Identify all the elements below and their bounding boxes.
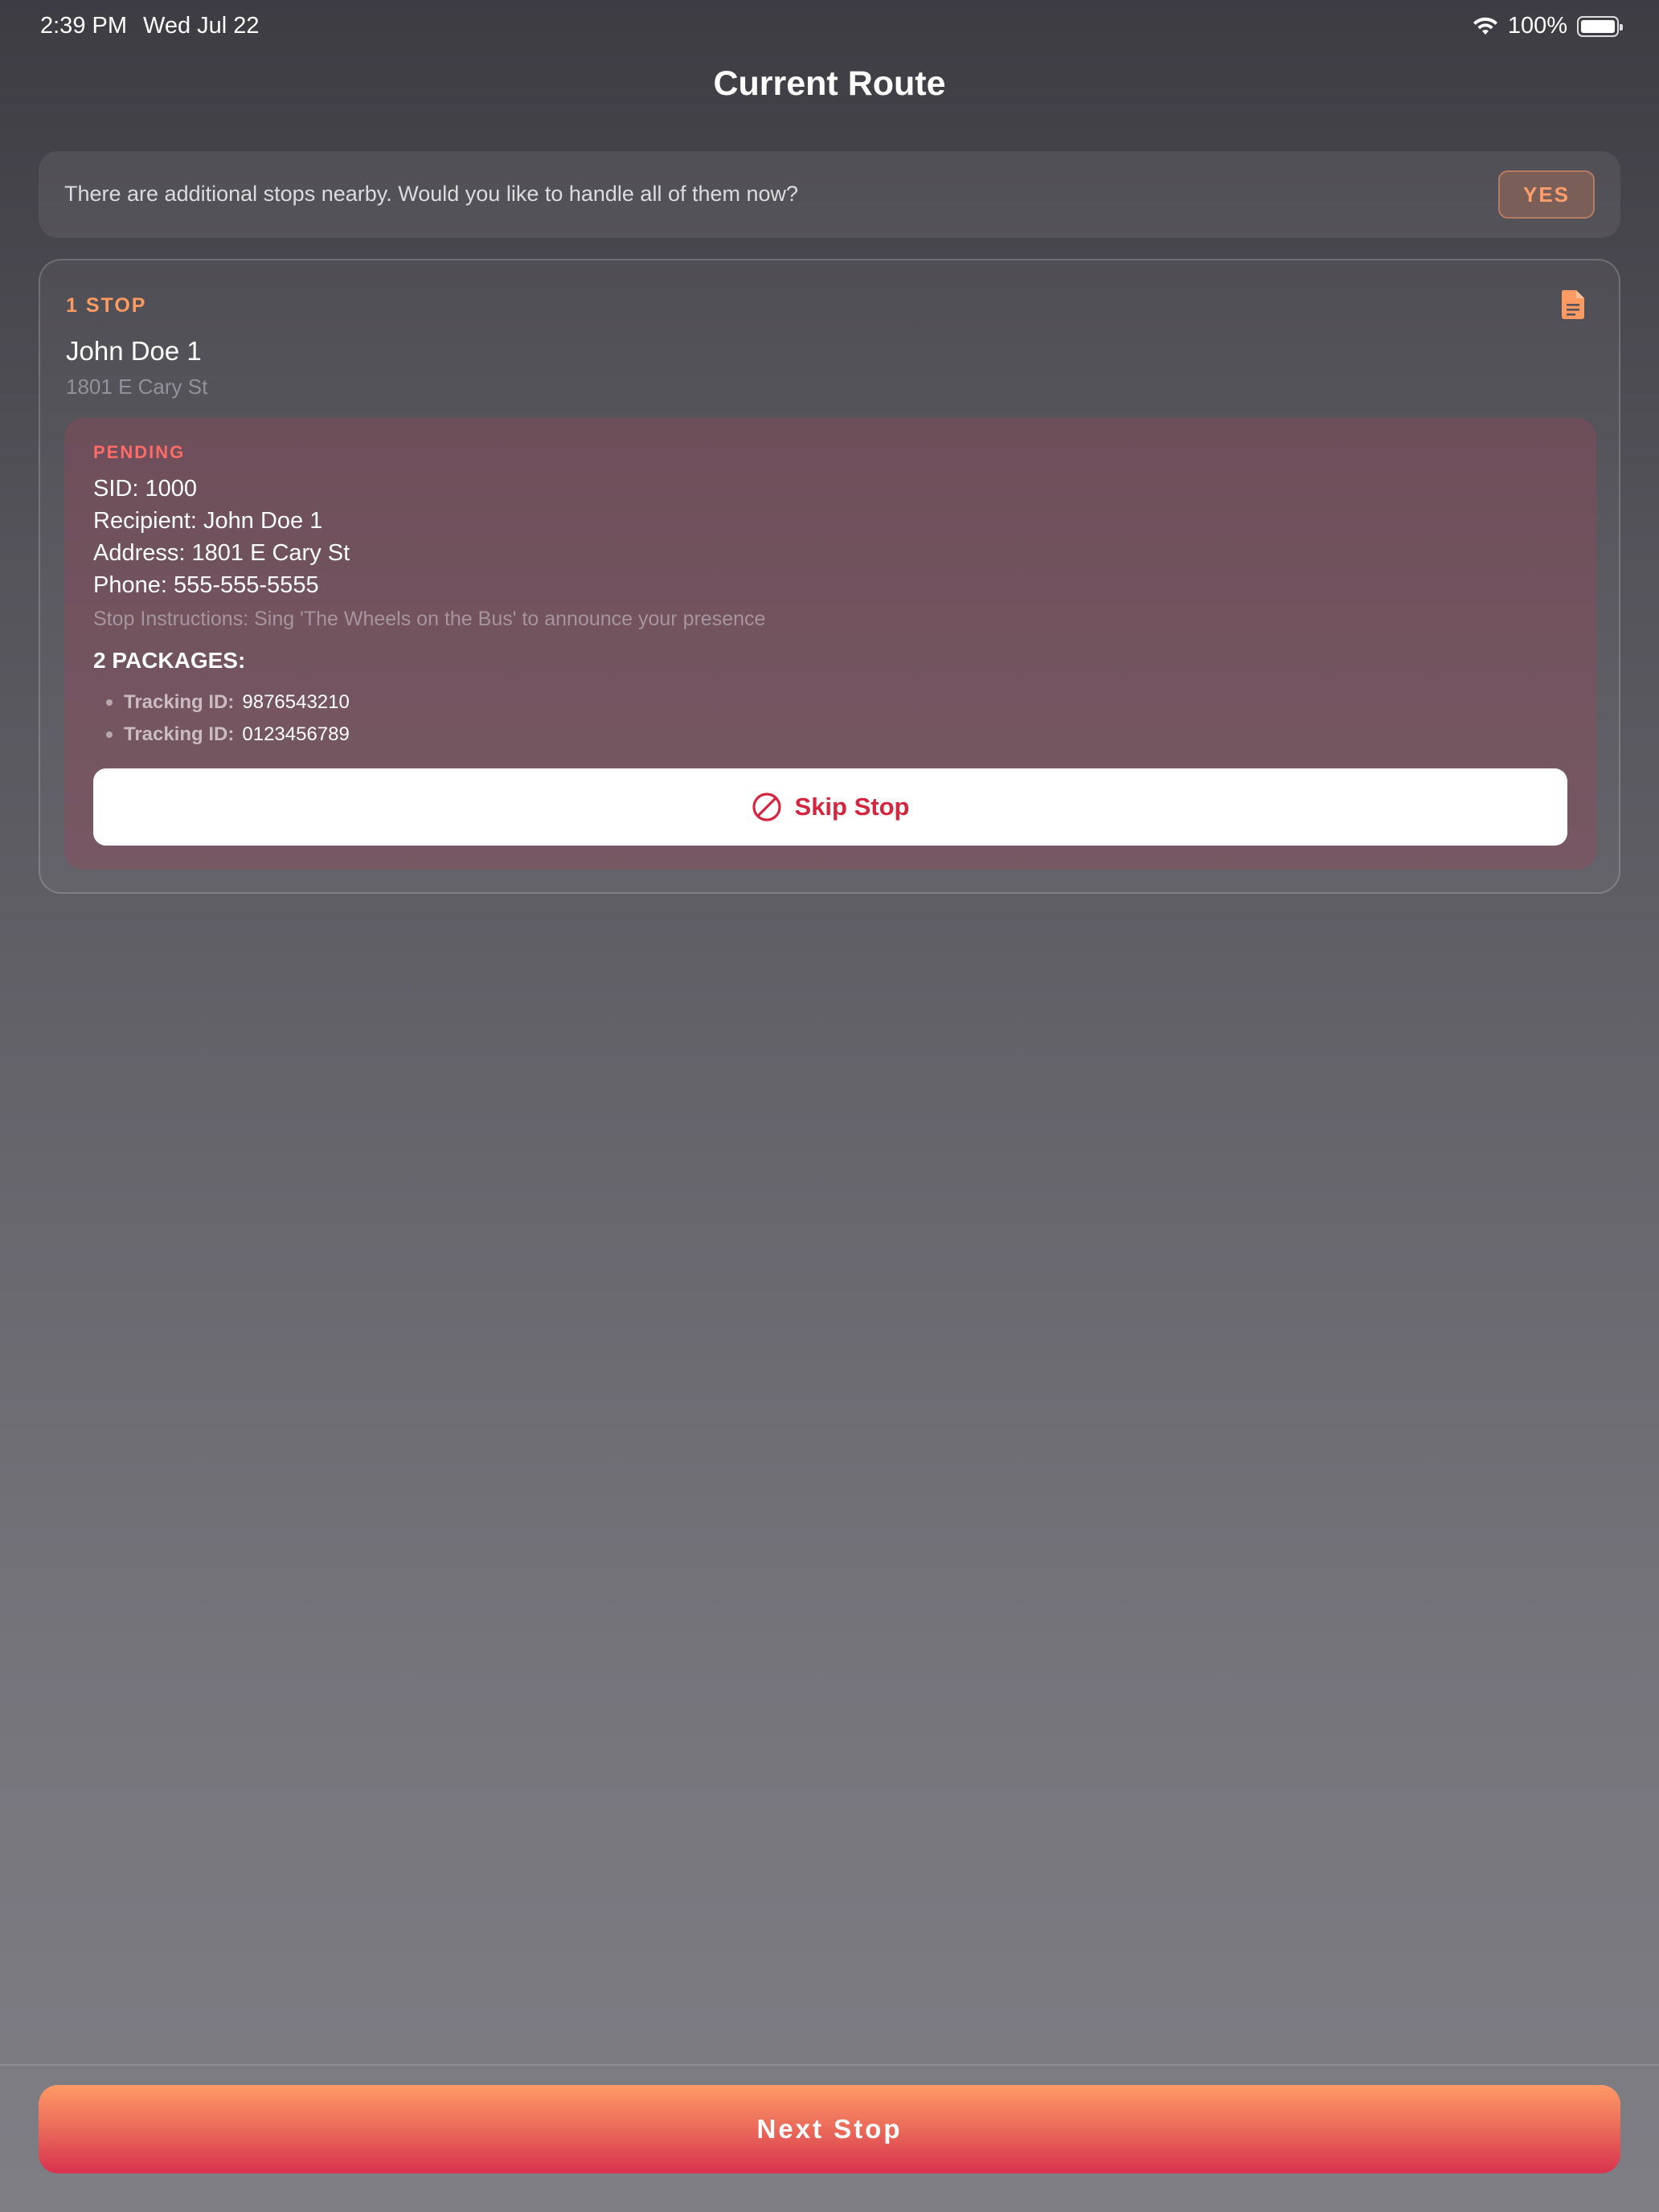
phone-text: Phone: 555-555-5555 xyxy=(93,572,319,598)
pending-stop-details: PENDING SID: 1000 Recipient: John Doe 1 … xyxy=(64,418,1596,870)
prohibited-icon xyxy=(752,793,781,821)
wifi-icon xyxy=(1473,17,1497,35)
packages-title: 2 PACKAGES: xyxy=(93,648,246,673)
list-item: Tracking ID: 0123456789 xyxy=(106,723,350,746)
bullet-icon xyxy=(106,699,113,706)
stop-count: 1 STOP xyxy=(66,294,147,317)
recipient-address: 1801 E Cary St xyxy=(66,375,208,399)
battery-icon xyxy=(1577,15,1623,37)
sid-text: SID: 1000 xyxy=(93,476,197,502)
address-text: Address: 1801 E Cary St xyxy=(93,540,350,566)
recipient-text: Recipient: John Doe 1 xyxy=(93,508,323,534)
yes-button[interactable]: YES xyxy=(1498,170,1595,219)
tracking-value: 0123456789 xyxy=(242,723,350,745)
status-right: 100% xyxy=(1473,13,1623,39)
status-bar: 2:39 PM Wed Jul 22 100% xyxy=(0,0,1659,51)
skip-stop-label: Skip Stop xyxy=(794,793,910,821)
footer-divider xyxy=(0,2064,1659,2066)
tracking-value: 9876543210 xyxy=(242,691,350,713)
bullet-icon xyxy=(106,731,113,738)
status-badge: PENDING xyxy=(93,442,186,462)
tracking-label: Tracking ID: xyxy=(124,691,235,713)
next-stop-button[interactable]: Next Stop xyxy=(39,2085,1620,2173)
banner-message: There are additional stops nearby. Would… xyxy=(64,182,799,206)
status-date: Wed Jul 22 xyxy=(143,13,260,39)
tracking-label: Tracking ID: xyxy=(124,723,235,745)
battery-percent: 100% xyxy=(1507,13,1567,39)
document-icon[interactable] xyxy=(1561,289,1585,320)
stop-instructions: Stop Instructions: Sing 'The Wheels on t… xyxy=(93,608,766,630)
skip-stop-button[interactable]: Skip Stop xyxy=(93,768,1567,846)
page-title: Current Route xyxy=(713,64,946,103)
list-item: Tracking ID: 9876543210 xyxy=(106,691,350,714)
recipient-name: John Doe 1 xyxy=(66,336,202,366)
status-time: 2:39 PM xyxy=(40,13,127,39)
nearby-stops-banner: There are additional stops nearby. Would… xyxy=(39,151,1620,238)
stop-card[interactable]: 1 STOP John Doe 1 1801 E Cary St PENDING… xyxy=(39,259,1620,894)
